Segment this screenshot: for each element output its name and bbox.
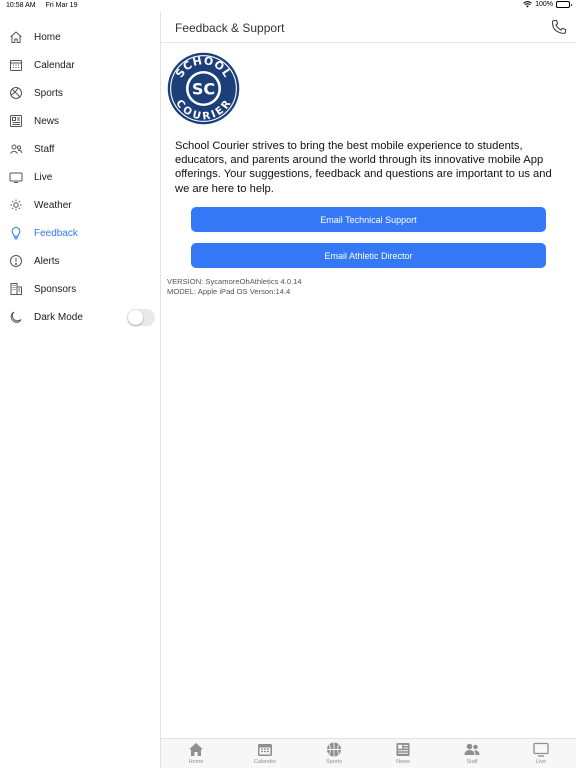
battery-percent: 100% [535,1,553,8]
people-icon [464,743,480,755]
sidebar-item-label: Home [34,31,61,43]
toggle-knob [128,309,143,325]
ball-icon [327,742,341,757]
sidebar-item-label: Weather [34,199,72,211]
sidebar-item-label: Sports [34,87,63,99]
tab-label: Live [535,759,547,765]
newspaper-icon [396,743,410,756]
tab-bar: Home Calender Sports News Staff Live [161,738,576,768]
sidebar-item-dark-mode: Dark Mode [0,303,160,331]
status-time: 10:58 AM [6,2,36,9]
header: Feedback & Support [161,12,576,43]
tab-label: Calender [253,759,277,765]
tab-news[interactable]: News [378,742,428,765]
sidebar: Home Calendar Sports News Staff Live Wea… [0,12,161,768]
sun-icon [9,198,23,212]
building-icon [9,282,23,296]
sidebar-item-label: Alerts [34,255,60,267]
feedback-description: School Courier strives to bring the best… [175,140,552,195]
sidebar-item-label: Sponsors [34,283,77,295]
phone-icon[interactable] [551,19,567,35]
email-athletic-director-button[interactable]: Email Athletic Director [191,243,546,268]
home-icon [189,743,203,756]
device-model: MODEL: Apple iPad OS Verson:14.4 [167,287,291,296]
sidebar-item-label: News [34,115,60,127]
page-title: Feedback & Support [175,21,285,35]
tab-label: Home [188,759,204,765]
tab-live[interactable]: Live [516,742,566,765]
sidebar-item-staff[interactable]: Staff [0,135,160,163]
status-bar: 10:58 AM Fri Mar 19 100% [0,0,576,12]
tab-calendar[interactable]: Calender [240,742,290,765]
logo-initials: SC [192,80,215,99]
tab-home[interactable]: Home [171,742,221,765]
sidebar-item-label: Feedback [34,227,78,239]
tab-staff[interactable]: Staff [447,742,497,765]
sidebar-item-live[interactable]: Live [0,163,160,191]
sidebar-item-sports[interactable]: Sports [0,79,160,107]
tab-label: Staff [466,759,478,765]
home-icon [9,30,23,44]
battery-icon [556,1,572,8]
sidebar-item-alerts[interactable]: Alerts [0,247,160,275]
sidebar-item-label: Dark Mode [34,311,83,323]
wifi-icon [523,1,532,8]
sidebar-item-home[interactable]: Home [0,23,160,51]
alert-icon [9,254,23,268]
status-date: Fri Mar 19 [45,2,78,9]
tv-icon [533,742,549,757]
moon-icon [9,310,23,324]
sidebar-item-sponsors[interactable]: Sponsors [0,275,160,303]
lightbulb-icon [9,226,23,240]
app-version: VERSION: SycamoreOhAthletics 4.0.14 [167,277,302,286]
sidebar-item-label: Calendar [34,59,75,71]
calendar-icon [9,58,23,72]
tv-icon [9,170,23,184]
sidebar-item-feedback[interactable]: Feedback [0,219,160,247]
sidebar-item-news[interactable]: News [0,107,160,135]
people-icon [9,142,23,156]
school-courier-logo: SCHOOL COURIER SC [167,52,240,125]
sidebar-item-label: Staff [34,143,55,155]
sidebar-item-weather[interactable]: Weather [0,191,160,219]
dark-mode-toggle[interactable] [127,308,155,326]
tab-label: News [396,759,410,765]
tab-sports[interactable]: Sports [309,742,359,765]
email-technical-support-button[interactable]: Email Technical Support [191,207,546,232]
calendar-icon [258,744,272,756]
ball-icon [9,86,23,100]
sidebar-item-label: Live [34,171,53,183]
newspaper-icon [9,114,23,128]
tab-label: Sports [326,759,342,765]
sidebar-item-calendar[interactable]: Calendar [0,51,160,79]
